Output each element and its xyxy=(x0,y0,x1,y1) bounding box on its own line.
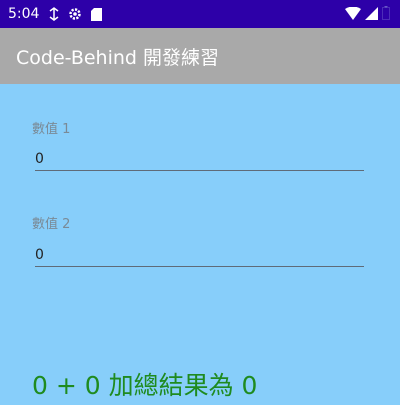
value1-input[interactable] xyxy=(35,147,364,171)
signal-icon xyxy=(364,6,378,20)
sim-card-icon xyxy=(89,7,103,21)
wifi-icon xyxy=(345,6,361,20)
status-time: 5:04 xyxy=(8,6,40,22)
sum-result-text: 0 + 0 加總結果為 0 xyxy=(32,371,258,400)
app-title: Code-Behind 開發練習 xyxy=(16,46,220,69)
value2-input[interactable] xyxy=(35,243,364,267)
app-bar: Code-Behind 開發練習 xyxy=(0,28,400,84)
field2-label: 數值 2 xyxy=(32,217,71,232)
settings-icon xyxy=(68,7,82,21)
battery-icon xyxy=(382,6,390,20)
nfc-icon xyxy=(47,7,61,21)
status-bar: 5:04 xyxy=(0,0,400,28)
field1-label: 數值 1 xyxy=(32,122,71,137)
status-right-icons xyxy=(345,6,390,20)
app-screen: 5:04 Code-Behind 開發練習 數值 1 0 數值 2 0 0 + … xyxy=(0,0,400,405)
